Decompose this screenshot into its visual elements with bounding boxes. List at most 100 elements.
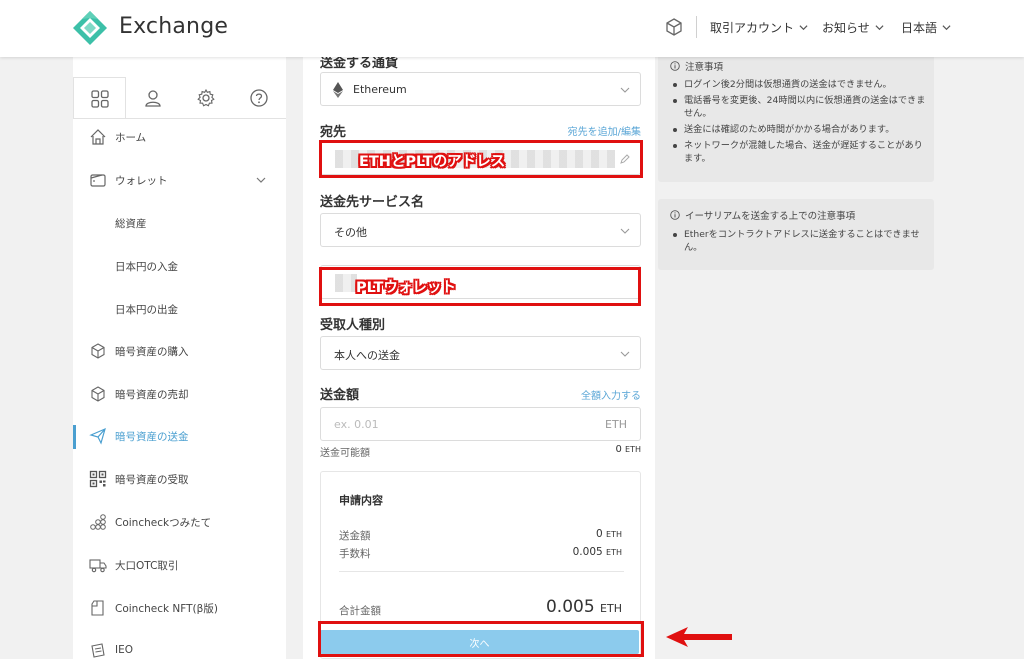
send-form: 送金する通貨 Ethereum 宛先 宛先を追加/編集 ETHとPLTのアドレス… [303, 56, 655, 659]
sidebar-item-receive-crypto[interactable]: 暗号資産の受取 [73, 464, 286, 494]
sidebar-item-label: 暗号資産の売却 [115, 389, 189, 401]
chevron-down-icon [875, 25, 884, 31]
sidebar-item-jpy-deposit[interactable]: 日本円の入金 [73, 251, 286, 281]
header-divider [696, 16, 697, 38]
notice-title-text: 注意事項 [685, 62, 724, 73]
service-label: 送金先サービス名 [320, 195, 425, 210]
summary-fee-unit: ETH [606, 548, 622, 557]
notice-title: 注意事項 [670, 59, 723, 73]
sidebar-item-tsumitate[interactable]: Coincheckつみたて [73, 507, 286, 537]
summary-fee: 0.005 ETH [573, 546, 622, 558]
sidebar-item-wallet[interactable]: ウォレット [73, 165, 286, 195]
chevron-down-icon[interactable] [256, 175, 266, 185]
cube-icon [91, 343, 105, 359]
sidebar-item-label: ウォレット [115, 175, 168, 187]
menu-notifications[interactable]: お知らせ [822, 19, 884, 36]
coins-icon [90, 514, 106, 530]
tab-settings[interactable] [179, 77, 232, 119]
summary-divider [339, 571, 624, 572]
sidebar-item-home[interactable]: ホーム [73, 122, 286, 152]
summary-total-unit: ETH [600, 602, 622, 615]
amount-label: 送金額 [320, 388, 360, 403]
brand-name: Exchange [119, 14, 229, 39]
chevron-down-icon [620, 351, 630, 357]
ieo-icon [91, 643, 105, 658]
sidebar-tabs [73, 77, 286, 119]
menu-label: 取引アカウント [710, 21, 795, 35]
sidebar-item-label: 日本円の入金 [115, 261, 178, 273]
available-label: 送金可能額 [320, 448, 370, 459]
tab-help[interactable] [232, 77, 285, 119]
nft-card-icon [91, 600, 104, 616]
notice-item: 送金には確認のため時間がかかる場合があります。 [672, 123, 928, 136]
home-icon [90, 129, 106, 145]
currency-select[interactable]: Ethereum [320, 72, 641, 106]
available-amount: 0 ETH [615, 444, 641, 455]
menu-language[interactable]: 日本語 [901, 19, 951, 36]
summary-total-label: 合計金額 [339, 605, 381, 617]
cube-icon [91, 386, 105, 402]
sidebar-item-send-crypto[interactable]: 暗号資産の送金 [73, 421, 286, 451]
gear-icon [196, 89, 215, 107]
annotation-destination: ETHとPLTのアドレス [359, 154, 506, 170]
notice-general: 注意事項 ログイン後2分間は仮想通貨の送金はできません。 電話番号を変更後、24… [658, 52, 934, 182]
tab-user[interactable] [126, 77, 179, 119]
wallet-icon [90, 174, 106, 187]
notice-title: イーサリアムを送金する上での注意事項 [670, 208, 855, 222]
chevron-down-icon [620, 228, 630, 234]
sidebar: ホーム ウォレット 総資産 日本円の入金 日本円の出金 暗号資産の購入 暗号資産… [73, 57, 286, 659]
grid-icon [90, 89, 109, 108]
active-indicator [73, 425, 76, 449]
summary-amount-label: 送金額 [339, 530, 371, 542]
recipient-type-label: 受取人種別 [320, 318, 386, 333]
sidebar-item-nft[interactable]: Coincheck NFT(β版) [73, 593, 286, 623]
notice-title-text: イーサリアムを送金する上での注意事項 [685, 211, 856, 222]
help-icon [249, 89, 268, 107]
service-value: その他 [334, 226, 367, 239]
info-icon [670, 61, 680, 71]
sidebar-item-buy-crypto[interactable]: 暗号資産の購入 [73, 336, 286, 366]
notice-item: ネットワークが混雑した場合、送金が遅延することがあります。 [672, 139, 928, 165]
available-unit: ETH [625, 445, 641, 454]
chevron-down-icon [620, 87, 630, 93]
send-icon [89, 427, 106, 445]
sidebar-item-label: 大口OTC取引 [115, 560, 179, 572]
amount-placeholder: ex. 0.01 [334, 418, 379, 431]
amount-unit: ETH [605, 418, 627, 431]
sidebar-item-total-assets[interactable]: 総資産 [73, 208, 286, 238]
sidebar-item-label: Coincheck NFT(β版) [115, 603, 218, 615]
sidebar-item-jpy-withdraw[interactable]: 日本円の出金 [73, 294, 286, 324]
notice-list: ログイン後2分間は仮想通貨の送金はできません。 電話番号を変更後、24時間以内に… [672, 78, 928, 168]
notice-item: 電話番号を変更後、24時間以内に仮想通貨の送金はできません。 [672, 94, 928, 120]
menu-trading-account[interactable]: 取引アカウント [710, 19, 808, 36]
summary-fee-value: 0.005 [572, 546, 603, 558]
annotation-service: PLTウォレット [356, 280, 456, 296]
sidebar-item-label: 日本円の出金 [115, 304, 178, 316]
summary-total: 0.005 ETH [546, 597, 622, 617]
recipient-type-value: 本人への送金 [334, 349, 400, 362]
sidebar-item-label: 暗号資産の受取 [115, 474, 189, 486]
sidebar-item-label: ホーム [115, 132, 147, 144]
sidebar-item-label: 暗号資産の購入 [115, 346, 189, 358]
notice-list: Etherをコントラクトアドレスに送金することはできません。 [672, 228, 928, 257]
sidebar-item-label: IEO [115, 644, 133, 656]
summary-amount: 0 ETH [596, 528, 622, 540]
summary-fee-label: 手数料 [339, 548, 371, 560]
enter-full-amount-link[interactable]: 全額入力する [581, 387, 641, 402]
info-icon [670, 210, 680, 220]
qr-icon [89, 470, 107, 488]
edit-destination-link[interactable]: 宛先を追加/編集 [568, 123, 641, 138]
sidebar-item-otc[interactable]: 大口OTC取引 [73, 550, 286, 580]
tab-grid[interactable] [73, 77, 126, 119]
currency-value: Ethereum [353, 83, 407, 96]
recipient-type-select[interactable]: 本人への送金 [320, 336, 641, 370]
sidebar-item-sell-crypto[interactable]: 暗号資産の売却 [73, 379, 286, 409]
sidebar-item-ieo[interactable]: IEO [73, 636, 286, 659]
amount-input[interactable]: ex. 0.01 ETH [320, 407, 641, 441]
top-header: Exchange 取引アカウント お知らせ 日本語 [0, 0, 1024, 57]
destination-label: 宛先 [320, 125, 347, 140]
sidebar-item-label: 総資産 [115, 218, 147, 230]
exchange-logo-icon[interactable] [72, 10, 108, 46]
cube-icon[interactable] [664, 17, 684, 37]
service-select[interactable]: その他 [320, 213, 641, 247]
